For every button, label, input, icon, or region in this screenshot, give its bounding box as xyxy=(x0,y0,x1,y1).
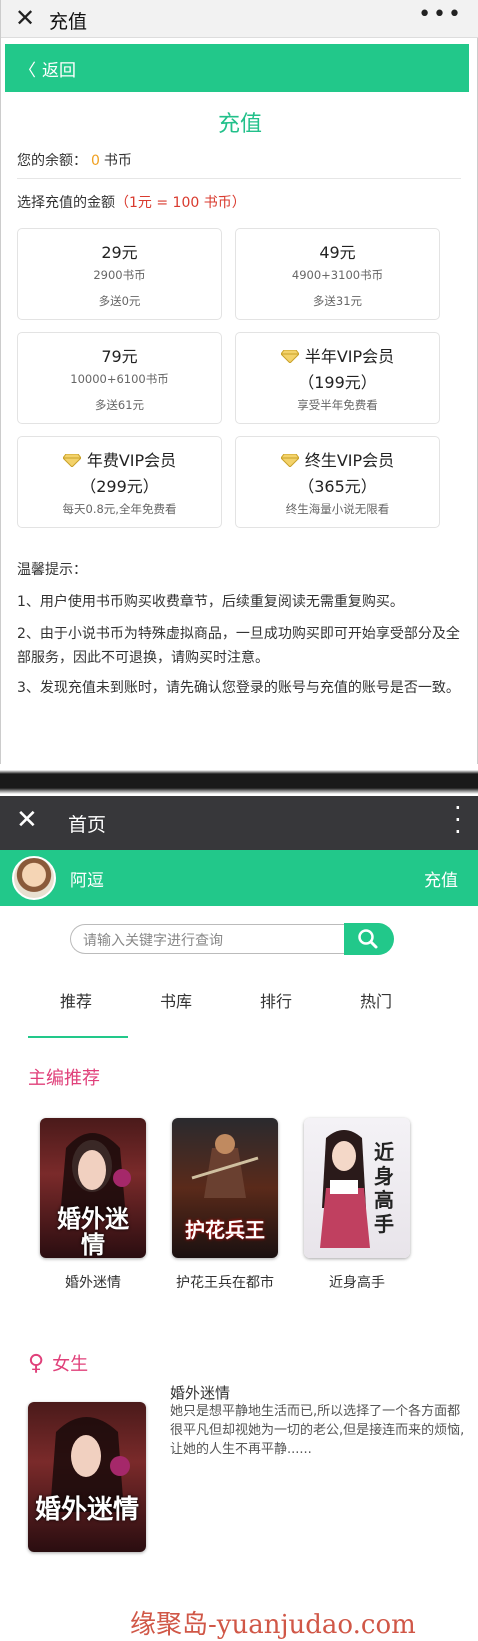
option-amount: （199元） xyxy=(298,373,377,392)
user-bar: 阿逗 充值 xyxy=(0,850,478,906)
chevron-left-icon: 〈 xyxy=(19,61,36,81)
cover-text: 近身高手 xyxy=(374,1140,394,1236)
page-title: 充值 xyxy=(217,112,262,137)
window-title: 首页 xyxy=(68,814,107,836)
wechat-title-bar: ✕ 充值 ••• xyxy=(1,0,478,38)
divider xyxy=(17,178,461,179)
option-bonus: 多送0元 xyxy=(98,294,141,308)
more-icon[interactable]: ••• xyxy=(418,2,463,27)
recharge-screen: ✕ 充值 ••• 〈返回 充值 您的余额： 0 书币 选择充值的金额（1元 = 10… xyxy=(0,0,478,790)
rate-note: （1元 = 100 书币） xyxy=(115,195,246,211)
book-title[interactable]: 婚外迷情 xyxy=(23,1272,163,1292)
featured-book-cover[interactable]: 婚外迷情 xyxy=(28,1402,146,1552)
option-benefit: 每天0.8元,全年免费看 xyxy=(62,502,177,516)
balance-unit: 书币 xyxy=(103,153,132,169)
vip-half-year-option[interactable]: 半年VIP会员 （199元） 享受半年免费看 xyxy=(235,332,440,424)
tab-recommend[interactable]: 推荐 xyxy=(60,988,92,1012)
search-icon xyxy=(358,929,378,949)
diamond-icon xyxy=(62,454,81,467)
tab-hot[interactable]: 热门 xyxy=(360,988,392,1012)
search-input[interactable]: 请输入关键字进行查询 xyxy=(70,924,348,954)
section-female: ♀ 女生 xyxy=(28,1350,88,1376)
tab-ranking[interactable]: 排行 xyxy=(260,988,292,1012)
back-label: 返回 xyxy=(42,61,76,81)
recharge-option-29[interactable]: 29元 2900书币 多送0元 xyxy=(17,228,222,320)
recharge-option-49[interactable]: 49元 4900+3100书币 多送31元 xyxy=(235,228,440,320)
female-icon: ♀ xyxy=(28,1351,45,1376)
home-screen: ✕ 首页 · · · 阿逗 充值 请输入关键字进行查询 推荐 书库 排行 热门 主编… xyxy=(0,796,478,1640)
vip-lifetime-option[interactable]: 终生VIP会员 （365元） 终生海量小说无限看 xyxy=(235,436,440,528)
choose-label: 选择充值的金额 xyxy=(17,195,115,211)
option-price: 年费VIP会员 xyxy=(86,451,177,470)
username: 阿逗 xyxy=(70,871,104,891)
option-coins: 10000+6100书币 xyxy=(70,372,169,386)
option-price: 半年VIP会员 xyxy=(304,347,395,366)
window-title: 充值 xyxy=(49,11,88,33)
vip-year-option[interactable]: 年费VIP会员 （299元） 每天0.8元,全年免费看 xyxy=(17,436,222,528)
tip-2: 2、由于小说书币为特殊虚拟商品，一旦成功购买即可开始享受部分及全部服务，因此不可… xyxy=(17,626,460,666)
watermark: 缘聚岛-yuanjudao.com xyxy=(130,1610,416,1640)
book-cover[interactable]: 护花兵王 xyxy=(172,1118,278,1258)
section-editor-picks: 主编推荐 xyxy=(28,1068,100,1089)
featured-book-description: 她只是想平静地生活而已,所以选择了一个各方面都很平凡但却视她为一切的老公,但是接… xyxy=(170,1404,465,1457)
active-tab-indicator xyxy=(28,1036,128,1038)
option-bonus: 多送61元 xyxy=(94,398,145,412)
search-button[interactable] xyxy=(344,923,394,955)
recharge-link[interactable]: 充值 xyxy=(424,866,458,891)
option-amount: （365元） xyxy=(298,477,377,496)
featured-book-title[interactable]: 婚外迷情 xyxy=(170,1382,230,1403)
option-amount: （299元） xyxy=(80,477,159,496)
book-cover[interactable]: 婚外迷情 xyxy=(40,1118,146,1258)
book-title[interactable]: 护花王兵在都市 xyxy=(155,1272,295,1292)
diamond-icon xyxy=(280,454,299,467)
close-icon[interactable]: ✕ xyxy=(15,4,35,32)
divider-scribble xyxy=(0,764,478,794)
balance-label: 您的余额： xyxy=(17,153,87,169)
wechat-title-bar: ✕ 首页 · · · xyxy=(0,796,478,850)
choose-amount: 选择充值的金额（1元 = 100 书币） xyxy=(17,192,246,212)
option-bonus: 多送31元 xyxy=(312,294,363,308)
option-title: 半年VIP会员 xyxy=(236,343,439,367)
option-title: 年费VIP会员 xyxy=(18,447,221,471)
cover-text: 婚外迷情 xyxy=(34,1495,139,1525)
option-title: 终生VIP会员 xyxy=(236,447,439,471)
book-title[interactable]: 近身高手 xyxy=(287,1272,427,1292)
diamond-icon xyxy=(280,350,299,363)
tips-title: 温馨提示： xyxy=(17,562,87,578)
option-price: 79元 xyxy=(101,347,138,366)
header-bar: 〈返回 xyxy=(5,44,469,92)
tip-3: 3、发现充值未到账时，请先确认您登录的账号与充值的账号是否一致。 xyxy=(17,680,460,696)
option-price: 49元 xyxy=(319,243,356,262)
cover-text: 婚外迷情 xyxy=(57,1205,129,1258)
tip-1: 1、用户使用书币购买收费章节，后续重复阅读无需重复购买。 xyxy=(17,594,404,610)
balance-value: 0 xyxy=(91,153,100,169)
cover-text: 护花兵王 xyxy=(185,1218,265,1242)
section-female-label: 女生 xyxy=(52,1354,89,1375)
option-coins: 4900+3100书币 xyxy=(291,268,384,282)
tab-library[interactable]: 书库 xyxy=(160,988,192,1012)
balance: 您的余额： 0 书币 xyxy=(17,150,132,170)
option-price: 终生VIP会员 xyxy=(304,451,395,470)
cover-art xyxy=(50,1417,130,1512)
option-coins: 2900书币 xyxy=(93,268,146,282)
book-cover[interactable]: 近身高手 xyxy=(304,1118,410,1258)
close-icon[interactable]: ✕ xyxy=(16,805,38,835)
option-benefit: 享受半年免费看 xyxy=(297,398,378,412)
back-button[interactable]: 〈返回 xyxy=(19,56,76,81)
more-vertical-icon[interactable]: · · · xyxy=(454,796,462,844)
recharge-option-79[interactable]: 79元 10000+6100书币 多送61元 xyxy=(17,332,222,424)
option-benefit: 终生海量小说无限看 xyxy=(285,502,390,516)
avatar[interactable] xyxy=(12,856,56,900)
option-price: 29元 xyxy=(101,243,138,262)
